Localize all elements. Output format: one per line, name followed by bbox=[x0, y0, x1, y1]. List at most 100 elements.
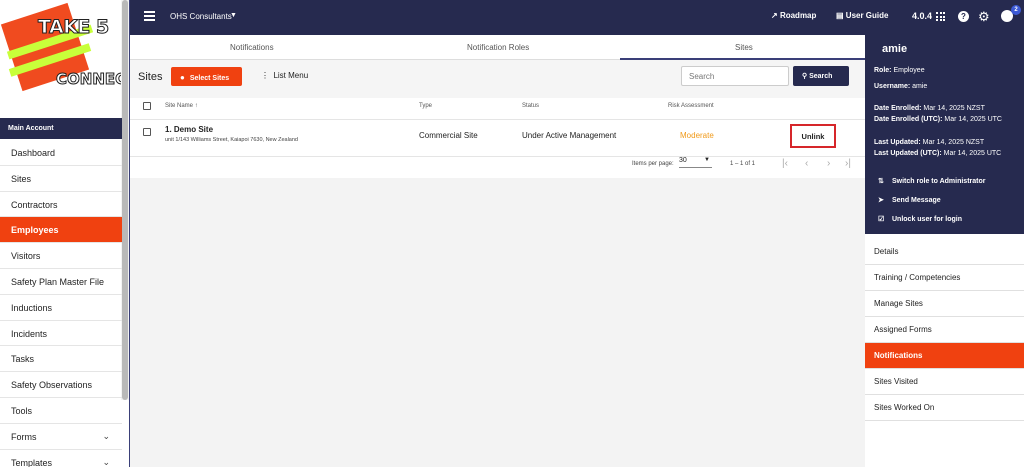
swap-icon: ⇅ bbox=[878, 178, 884, 185]
sidebar-item-incidents[interactable]: Incidents bbox=[0, 321, 122, 347]
rnav-item-sites-visited[interactable]: Sites Visited bbox=[865, 369, 1024, 395]
select-all-checkbox[interactable] bbox=[143, 102, 151, 110]
header-site-name[interactable]: Site Name ↑ bbox=[165, 103, 198, 109]
rnav-item-manage-sites[interactable]: Manage Sites bbox=[865, 291, 1024, 317]
sidebar-item-tools[interactable]: Tools bbox=[0, 398, 122, 424]
sidebar-item-dashboard[interactable]: Dashboard bbox=[0, 140, 122, 166]
sort-arrow-icon: ↑ bbox=[194, 103, 198, 109]
site-risk: Moderate bbox=[680, 131, 714, 140]
rnav-item-training[interactable]: Training / Competencies bbox=[865, 265, 1024, 291]
rnav-item-details[interactable]: Details bbox=[865, 239, 1024, 265]
site-type: Commercial Site bbox=[419, 131, 478, 140]
sidebar-scrollbar-thumb[interactable] bbox=[122, 0, 128, 400]
switch-role-action[interactable]: ⇅ Switch role to Administrator bbox=[878, 177, 985, 185]
tab-notifications[interactable]: Notifications bbox=[230, 43, 274, 52]
logo[interactable]: TAKE 5 CONNECT bbox=[0, 0, 129, 118]
sidebar-item-label: Tasks bbox=[11, 354, 35, 365]
first-page-icon[interactable]: |‹ bbox=[782, 158, 788, 169]
unlock-user-action[interactable]: ☑ Unlock user for login bbox=[878, 215, 962, 223]
sidebar-section-title: Main Account bbox=[0, 118, 122, 139]
sidebar-item-label: Contractors bbox=[11, 199, 58, 210]
more-vert-icon: ⋮ bbox=[261, 71, 269, 80]
top-bar: OHS Consultants ▼ ↗ Roadmap ▤ User Guide… bbox=[130, 0, 1024, 35]
sidebar-nav: Dashboard Sites Contractors Employees Vi… bbox=[0, 140, 122, 467]
search-icon: ⚲ bbox=[802, 73, 808, 80]
notification-badge: 2 bbox=[1011, 5, 1021, 15]
book-icon: ▤ bbox=[836, 11, 844, 20]
search-button-label: Search bbox=[809, 73, 833, 80]
rnav-item-sites-worked-on[interactable]: Sites Worked On bbox=[865, 395, 1024, 421]
send-icon: ➤ bbox=[878, 197, 884, 204]
site-status: Under Active Management bbox=[522, 131, 617, 140]
sidebar-item-sites[interactable]: Sites bbox=[0, 166, 122, 192]
search-input[interactable]: Search bbox=[681, 66, 789, 86]
trend-icon: ↗ bbox=[771, 11, 778, 20]
sidebar-item-label: Templates bbox=[11, 457, 53, 467]
items-per-page-label: Items per page: bbox=[632, 161, 674, 167]
rnav-item-notifications[interactable]: Notifications bbox=[865, 343, 1024, 369]
apps-grid-icon[interactable] bbox=[936, 12, 945, 21]
divider bbox=[130, 119, 865, 120]
list-menu-label: List Menu bbox=[273, 71, 309, 80]
gear-icon[interactable]: ⚙ bbox=[978, 9, 990, 25]
toolbar: Sites ● Select Sites ⋮ List Menu Search ⚲… bbox=[130, 60, 865, 98]
row-checkbox[interactable] bbox=[143, 128, 151, 136]
chevron-down-icon: ⌄ bbox=[102, 456, 110, 467]
sidebar-item-label: Sites bbox=[11, 173, 32, 184]
user-role: Role: Employee bbox=[874, 67, 925, 74]
sites-table: Site Name ↑ Type Status Risk Assessment … bbox=[130, 98, 865, 178]
pagination-range: 1 – 1 of 1 bbox=[730, 161, 756, 167]
user-guide-link[interactable]: ▤ User Guide bbox=[836, 11, 888, 20]
sidebar-item-contractors[interactable]: Contractors bbox=[0, 192, 122, 218]
last-page-icon[interactable]: ›| bbox=[845, 158, 851, 169]
roadmap-label: Roadmap bbox=[779, 11, 817, 20]
prev-page-icon[interactable]: ‹ bbox=[805, 158, 808, 169]
divider bbox=[130, 156, 865, 157]
sidebar-item-tasks[interactable]: Tasks bbox=[0, 346, 122, 373]
sidebar-item-label: Employees bbox=[11, 225, 59, 236]
next-page-icon[interactable]: › bbox=[827, 158, 830, 169]
sidebar-item-visitors[interactable]: Visitors bbox=[0, 243, 122, 269]
sidebar-item-templates[interactable]: Templates ⌄ bbox=[0, 450, 122, 467]
sidebar-item-label: Forms bbox=[11, 431, 37, 442]
send-message-action[interactable]: ➤ Send Message bbox=[878, 196, 941, 204]
header-type[interactable]: Type bbox=[419, 103, 432, 109]
caret-down-icon[interactable]: ▼ bbox=[230, 12, 237, 19]
section-title: Sites bbox=[138, 71, 163, 83]
help-icon[interactable]: ? bbox=[958, 11, 969, 22]
sidebar-item-label: Incidents bbox=[11, 328, 48, 339]
site-address: unit 1/143 Williams Street, Kaiapoi 7630… bbox=[165, 137, 298, 143]
logo-text-top: TAKE 5 bbox=[38, 16, 110, 39]
user-username: Username: amie bbox=[874, 83, 928, 90]
tab-notification-roles[interactable]: Notification Roles bbox=[467, 43, 529, 52]
sidebar-item-safety-plan[interactable]: Safety Plan Master File bbox=[0, 269, 122, 295]
select-sites-label: Select Sites bbox=[189, 75, 230, 82]
roadmap-link[interactable]: ↗ Roadmap bbox=[771, 11, 816, 20]
items-per-page-select[interactable]: 30 ▼ bbox=[679, 157, 712, 168]
sidebar-item-inductions[interactable]: Inductions bbox=[0, 295, 122, 321]
search-button[interactable]: ⚲ Search bbox=[793, 66, 849, 86]
sidebar-item-label: Dashboard bbox=[11, 148, 56, 158]
main-content: Notifications Notification Roles Sites S… bbox=[130, 35, 865, 467]
sidebar-item-label: Safety Observations bbox=[11, 380, 93, 391]
sidebar-item-label: Tools bbox=[11, 405, 33, 416]
hamburger-menu-icon[interactable] bbox=[144, 11, 155, 21]
version-label: 4.0.4 bbox=[912, 11, 933, 21]
select-sites-button[interactable]: ● Select Sites bbox=[171, 67, 242, 86]
sidebar-item-label: Inductions bbox=[11, 302, 53, 313]
user-guide-label: User Guide bbox=[845, 11, 889, 20]
header-status[interactable]: Status bbox=[522, 103, 539, 109]
sidebar-item-safety-observations[interactable]: Safety Observations bbox=[0, 372, 122, 398]
org-selector[interactable]: OHS Consultants bbox=[170, 12, 232, 21]
list-menu-button[interactable]: ⋮ List Menu bbox=[261, 71, 308, 80]
sidebar-item-forms[interactable]: Forms ⌄ bbox=[0, 424, 122, 450]
sidebar-item-label: Safety Plan Master File bbox=[11, 276, 105, 287]
tab-bar: Notifications Notification Roles Sites bbox=[130, 35, 865, 60]
rnav-item-assigned-forms[interactable]: Assigned Forms bbox=[865, 317, 1024, 343]
user-name: amie bbox=[882, 43, 908, 55]
unlink-button[interactable]: Unlink bbox=[790, 124, 836, 148]
header-risk[interactable]: Risk Assessment bbox=[668, 103, 714, 109]
tab-sites[interactable]: Sites bbox=[735, 43, 753, 52]
site-name[interactable]: 1. Demo Site bbox=[165, 125, 213, 134]
sidebar-item-employees[interactable]: Employees bbox=[0, 217, 122, 244]
